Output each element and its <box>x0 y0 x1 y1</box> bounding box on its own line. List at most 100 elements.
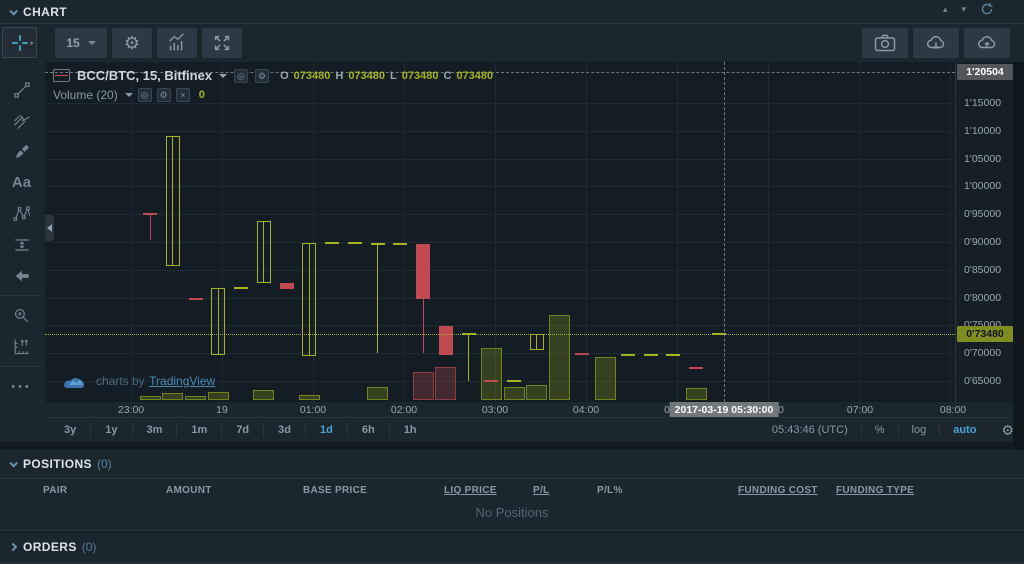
tradingview-link[interactable]: TradingView <box>149 374 215 388</box>
price-axis-label: 0'85000 <box>964 264 1001 276</box>
collapse-sidebar-tab[interactable] <box>45 215 54 241</box>
time-axis-label: 23:00 <box>118 404 144 416</box>
price-axis-label: 1'10000 <box>964 125 1001 137</box>
chevron-down-icon <box>88 41 96 45</box>
volume-settings-button[interactable]: ⚙ <box>157 88 171 102</box>
series-style-icon[interactable] <box>53 69 70 82</box>
tradingview-logo <box>63 374 87 389</box>
positions-header[interactable]: POSITIONS (0) <box>0 450 1024 478</box>
brush-icon <box>12 142 31 161</box>
volume-value: 0 <box>199 89 205 101</box>
time-axis-label: 08:00 <box>940 404 966 416</box>
magnifier-icon <box>12 306 31 325</box>
gear-icon[interactable]: ⚙ <box>989 422 1014 439</box>
chart-status-bar: 05:43:46 (UTC) % log auto ⚙ <box>759 418 1014 442</box>
chart-settings-button[interactable]: ⚙ <box>112 28 152 58</box>
pattern-tool[interactable] <box>0 198 43 229</box>
alert-price-badge[interactable]: 1'20504 <box>957 64 1013 80</box>
zoom-in-tool[interactable] <box>0 300 43 331</box>
volume-bar <box>481 348 502 400</box>
candle <box>689 367 703 369</box>
timeframe-button-1m[interactable]: 1m <box>177 423 222 437</box>
panel-move-down-icon[interactable]: ▾ <box>961 4 966 15</box>
positions-column-funding-type[interactable]: FUNDING TYPE <box>836 485 914 496</box>
panel-move-up-icon[interactable]: ▴ <box>943 4 948 15</box>
timeframe-button-1d[interactable]: 1d <box>306 423 348 437</box>
volume-bar <box>413 372 434 400</box>
chevron-down-icon[interactable] <box>219 74 227 78</box>
positions-column-amount: AMOUNT <box>166 485 212 496</box>
volume-remove-button[interactable]: × <box>176 88 190 102</box>
positions-column-p-l[interactable]: P/L <box>533 485 549 496</box>
candle-wick <box>377 243 378 353</box>
interval-dropdown[interactable]: 15 <box>55 28 107 58</box>
chevron-down-icon[interactable] <box>125 93 133 97</box>
text-tool[interactable]: Aa <box>0 167 43 198</box>
timeframe-button-3y[interactable]: 3y <box>50 423 91 437</box>
volume-visibility-button[interactable]: ◎ <box>138 88 152 102</box>
candle <box>280 283 294 289</box>
timeframe-button-1h[interactable]: 1h <box>390 423 431 437</box>
candle <box>371 243 385 245</box>
chart-canvas[interactable]: BCC/BTC, 15, Bitfinex ◎ ⚙ O073480 H07348… <box>45 62 955 402</box>
volume-bar <box>299 395 320 400</box>
percent-scale-toggle[interactable]: % <box>862 424 898 436</box>
log-scale-toggle[interactable]: log <box>899 424 940 436</box>
volume-bar <box>686 388 707 400</box>
tradingview-attribution: charts by TradingView <box>63 372 215 390</box>
positions-column-liq-price[interactable]: LIQ PRICE <box>444 485 497 496</box>
timeframe-button-3m[interactable]: 3m <box>133 423 178 437</box>
refresh-icon[interactable] <box>980 2 994 16</box>
indicators-icon <box>166 32 188 54</box>
candle <box>302 243 316 356</box>
load-chart-button[interactable] <box>913 28 959 58</box>
price-axis-label: 1'00000 <box>964 180 1001 192</box>
trend-line-tool[interactable] <box>0 74 43 105</box>
symbol-title[interactable]: BCC/BTC, 15, Bitfinex <box>77 68 212 83</box>
measure-tool[interactable] <box>0 331 43 362</box>
series-visibility-button[interactable]: ◎ <box>234 69 248 83</box>
more-tools[interactable]: ••• <box>0 371 43 402</box>
price-axis[interactable]: 1'20504 0'73480 1'150001'100001'050001'0… <box>955 62 1013 402</box>
candle <box>143 213 157 215</box>
trend-line-icon <box>12 80 32 100</box>
orders-title: ORDERS <box>23 540 77 554</box>
brush-tool[interactable] <box>0 136 43 167</box>
positions-column-funding-cost[interactable]: FUNDING COST <box>738 485 818 496</box>
arrow-left-icon <box>13 267 31 285</box>
indicators-button[interactable] <box>157 28 197 58</box>
volume-bar <box>208 392 229 400</box>
grid-line-horizontal <box>45 159 955 160</box>
position-range-icon <box>12 235 32 255</box>
series-settings-button[interactable]: ⚙ <box>255 69 269 83</box>
timeframe-button-6h[interactable]: 6h <box>348 423 390 437</box>
back-arrow-tool[interactable] <box>0 260 43 291</box>
fullscreen-button[interactable] <box>202 28 242 58</box>
timeframe-button-7d[interactable]: 7d <box>222 423 264 437</box>
timeframe-button-3d[interactable]: 3d <box>264 423 306 437</box>
attribution-text: charts by <box>96 374 145 388</box>
symbol-legend: BCC/BTC, 15, Bitfinex ◎ ⚙ O073480 H07348… <box>53 68 493 83</box>
close-label: C <box>443 70 451 82</box>
time-axis[interactable]: 2017-03-19 05:30:00 23:001901:0002:0003:… <box>45 402 1013 418</box>
time-axis-label: 19 <box>216 404 228 416</box>
volume-label[interactable]: Volume (20) <box>53 88 118 102</box>
grid-line-horizontal <box>45 186 955 187</box>
crosshair-tool-button[interactable]: ▸ <box>2 27 37 58</box>
high-value: 073480 <box>348 70 385 82</box>
crosshair-time-badge: 2017-03-19 05:30:00 <box>670 402 779 418</box>
high-label: H <box>335 70 343 82</box>
auto-scale-toggle[interactable]: auto <box>940 424 989 436</box>
positions-panel: POSITIONS (0) PAIRAMOUNTBASE PRICELIQ PR… <box>0 450 1024 531</box>
pitchfork-tool[interactable] <box>0 105 43 136</box>
grid-line-horizontal <box>45 131 955 132</box>
xabcd-pattern-icon <box>12 204 32 224</box>
chevron-down-icon[interactable] <box>9 7 17 15</box>
timeframe-button-1y[interactable]: 1y <box>91 423 132 437</box>
save-chart-button[interactable] <box>964 28 1010 58</box>
forecast-tool[interactable] <box>0 229 43 260</box>
close-value: 073480 <box>456 70 493 82</box>
orders-header[interactable]: ORDERS (0) <box>0 533 1024 561</box>
screenshot-button[interactable] <box>862 28 908 58</box>
trading-app: CHART ▴ ▾ ▸ 15 ⚙ <box>0 0 1024 564</box>
